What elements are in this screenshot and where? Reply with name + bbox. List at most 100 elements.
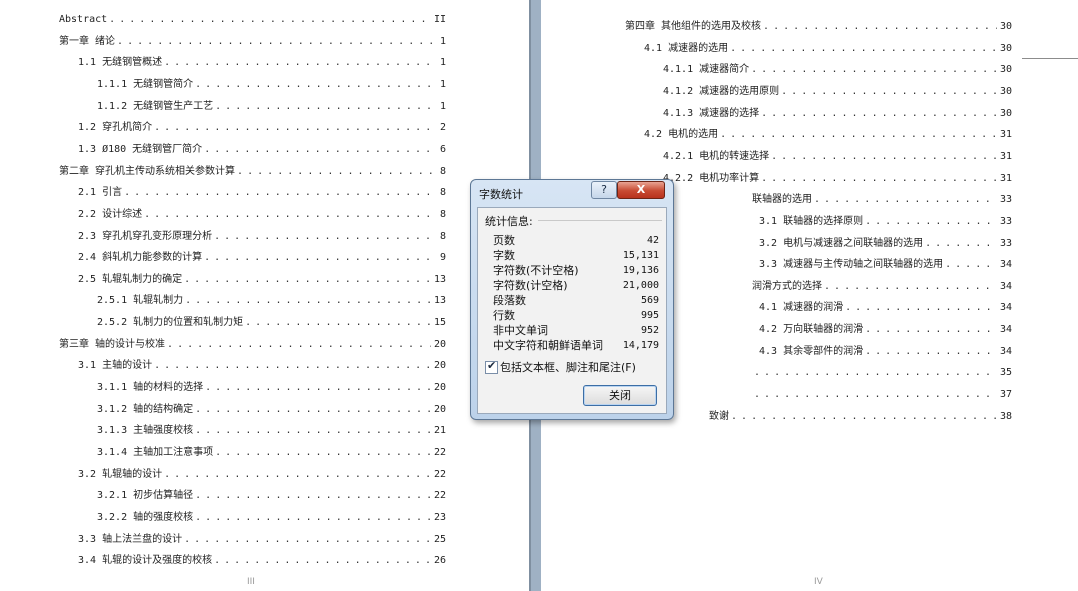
toc-entry-title: 4.1 减速器的润滑 [759,302,844,314]
toc-entry[interactable]: 1.1.2 无缝钢管生产工艺 1 [97,99,446,113]
toc-entry-page-number: 31 [999,129,1012,141]
toc-dot-leader [164,57,437,69]
toc-entry-page-number: 33 [999,215,1012,227]
toc-entry-title: 4.1.3 减速器的选择 [663,107,760,119]
toc-entry-page-number: 6 [439,143,446,155]
toc-entry[interactable]: 第三章 轴的设计与校准 20 [59,337,446,351]
toc-entry-title: 2.4 斜轧机力能参数的计算 [78,252,203,264]
toc-entry-page-number: 26 [433,555,446,567]
toc-dot-leader [215,101,437,113]
toc-entry[interactable]: 3.1.4 主轴加工注意事项 22 [97,445,446,459]
toc-entry[interactable]: 润滑方式的选择 34 [752,279,1012,293]
include-textbox-footnote-checkbox[interactable]: ✔ [485,359,498,374]
toc-entry[interactable]: 4.2 电机的选用 31 [644,127,1012,141]
toc-entry[interactable]: 3.1 主轴的设计 20 [78,358,446,372]
toc-entry[interactable]: 3.1.2 轴的结构确定 20 [97,402,446,416]
close-button[interactable]: 关闭 [583,385,657,406]
toc-entry[interactable]: 3.3 减速器与主传动轴之间联轴器的选用 34 [759,257,1012,271]
toc-entry[interactable]: 4.1 减速器的选用 30 [644,41,1012,55]
toc-dot-leader [195,425,431,437]
stat-row: 字数 15,131 [493,248,659,263]
toc-entry-title: 4.2 电机的选用 [644,129,719,141]
toc-dot-leader [144,209,437,221]
toc-entry[interactable]: 3.2 电机与减速器之间联轴器的选用 33 [759,236,1012,250]
toc-entry[interactable]: 4.1.1 减速器简介 30 [663,62,1012,76]
toc-entry[interactable]: 3.4 轧辊的设计及强度的校核 26 [78,553,446,567]
toc-entry-page-number: 1 [439,78,446,90]
toc-entry[interactable]: 致谢 38 [709,409,1012,423]
toc-entry[interactable]: 4.1 减速器的润滑 34 [759,300,1012,314]
toc-dot-leader [184,274,431,286]
toc-entry[interactable]: 3.2.2 轴的强度校核 23 [97,510,446,524]
toc-entry-title: 2.3 穿孔机穿孔变形原理分析 [78,230,213,242]
stat-row: 字符数(计空格) 21,000 [493,278,659,293]
toc-dot-leader [154,360,431,372]
toc-entry-page-number: 31 [999,150,1012,162]
toc-dot-leader [154,122,437,134]
close-x-button[interactable]: X [617,181,665,199]
help-button[interactable]: ? [591,181,617,199]
toc-entry[interactable]: 联轴器的选用 33 [752,192,1012,206]
toc-entry[interactable]: 2.3 穿孔机穿孔变形原理分析 8 [78,229,446,243]
toc-entry[interactable]: 4.2.2 电机功率计算 31 [663,171,1012,185]
toc-entry-title: 3.3 减速器与主传动轴之间联轴器的选用 [759,259,944,271]
toc-entry-title: 第四章 其他组件的选用及校核 [625,21,762,32]
toc-entry[interactable]: 1.1.1 无缝钢管简介 1 [97,77,446,91]
toc-entry[interactable]: 第二章 穿孔机主传动系统相关参数计算 8 [59,164,446,178]
toc-entry[interactable]: 4.2 万向联轴器的润滑 34 [759,322,1012,336]
toc-entry[interactable]: 2.5 轧辊轧制力的确定 13 [78,272,446,286]
toc-entry-page-number: 23 [433,511,446,523]
comment-connector-line [1022,58,1078,59]
toc-entry-page-number: 20 [433,403,446,415]
toc-entry[interactable]: 4.3 其余零部件的润滑 34 [759,344,1012,358]
toc-entry-title: 4.2.2 电机功率计算 [663,172,760,184]
toc-entry-title: 1.3 Ø180 无缝钢管厂简介 [78,143,203,155]
toc-entry[interactable]: 37 [752,387,1012,401]
toc-dot-leader [754,367,997,379]
toc-dot-leader [185,295,431,307]
stat-value: 19,136 [622,265,659,276]
toc-dot-leader [215,447,431,459]
toc-entry[interactable]: 4.1.3 减速器的选择 30 [663,106,1012,120]
toc-entry[interactable]: 2.4 斜轧机力能参数的计算 9 [78,250,446,264]
stat-label: 字符数(计空格) [493,279,568,292]
toc-dot-leader [771,151,997,163]
toc-entry[interactable]: 2.1 引言 8 [78,185,446,199]
toc-entry-page-number: 1 [439,35,446,47]
stat-value: 21,000 [622,280,659,291]
toc-dot-leader [945,259,997,271]
toc-dot-leader [865,216,997,228]
toc-entry[interactable]: 3.3 轴上法兰盘的设计 25 [78,532,446,546]
toc-entry[interactable]: 4.1.2 减速器的选用原则 30 [663,84,1012,98]
toc-entry-page-number: 20 [433,360,446,372]
toc-entry[interactable]: 3.2 轧辊轴的设计 22 [78,467,446,481]
toc-entry[interactable]: 3.1.1 轴的材料的选择 20 [97,380,446,394]
toc-entry[interactable]: 3.1 联轴器的选择原则 33 [759,214,1012,228]
toc-entry[interactable]: 35 [752,365,1012,379]
toc-entry-page-number: 8 [439,230,446,242]
stat-value: 14,179 [622,340,659,351]
toc-entry[interactable]: 1.2 穿孔机简介 2 [78,120,446,134]
toc-entry[interactable]: 2.5.2 轧制力的位置和轧制力矩 15 [97,315,446,329]
toc-entry-page-number: 30 [999,85,1012,97]
toc-entry-page-number: 13 [433,273,446,285]
toc-entry[interactable]: Abstract II [59,12,446,26]
toc-entry-page-number: 33 [999,194,1012,206]
toc-entry-title: 第三章 轴的设计与校准 [59,338,166,350]
toc-entry-page-number: 33 [999,237,1012,249]
toc-entry[interactable]: 2.5.1 轧辊轧制力 13 [97,293,446,307]
toc-entry[interactable]: 第四章 其他组件的选用及校核 30 [625,19,1012,33]
toc-entry[interactable]: 3.2.1 初步估算轴径 22 [97,488,446,502]
stat-value: 995 [640,310,659,321]
toc-entry[interactable]: 3.1.3 主轴强度校核 21 [97,423,446,437]
toc-entry[interactable]: 第一章 绪论 1 [59,34,446,48]
toc-entry[interactable]: 4.2.1 电机的转速选择 31 [663,149,1012,163]
toc-entry[interactable]: 1.3 Ø180 无缝钢管厂简介 6 [78,142,446,156]
toc-entry[interactable]: 2.2 设计综述 8 [78,207,446,221]
toc-entry-title: 1.1.2 无缝钢管生产工艺 [97,100,214,112]
toc-entry[interactable]: 1.1 无缝钢管概述 1 [78,55,446,69]
toc-entry-page-number: 30 [999,42,1012,54]
toc-entry-page-number: 34 [999,280,1012,292]
toc-dot-leader [720,129,997,141]
include-textbox-footnote-label[interactable]: 包括文本框、脚注和尾注(F) [500,359,636,375]
